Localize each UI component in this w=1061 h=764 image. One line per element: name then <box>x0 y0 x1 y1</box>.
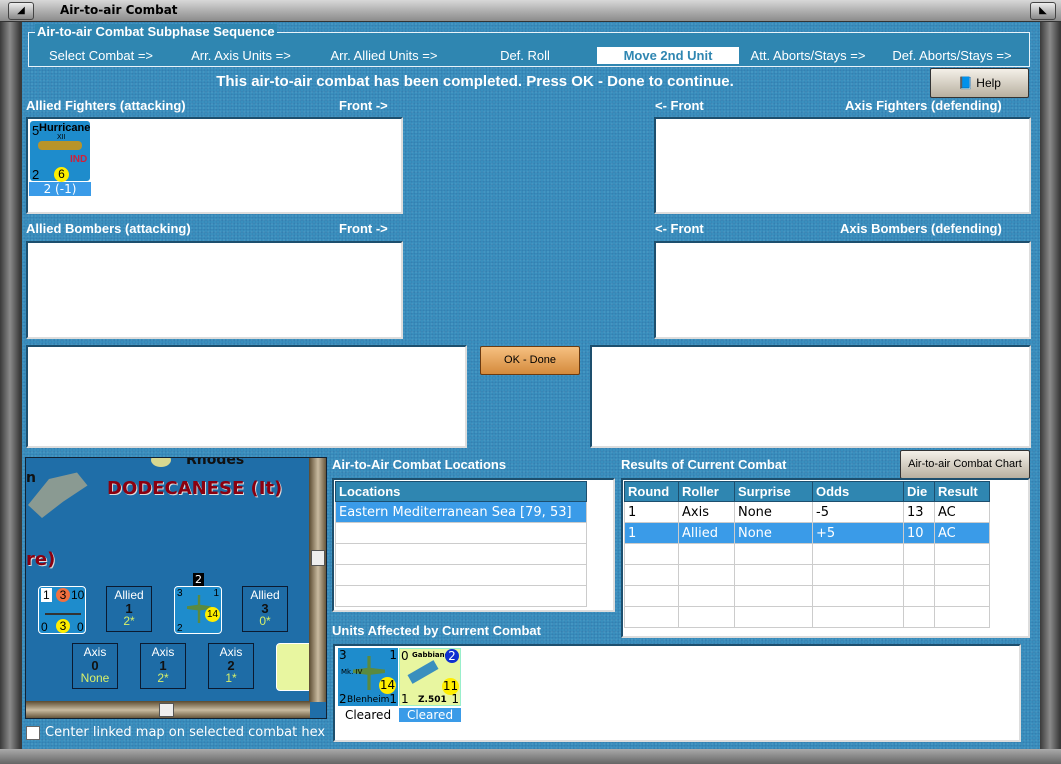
axis-bombers-label: Axis Bombers (defending) <box>840 221 1002 236</box>
plane-icon <box>38 141 82 150</box>
window-frame-right <box>1040 22 1061 764</box>
hurricane-counter[interactable]: 5 Hurricane XII IND 2 6 2 (-1) <box>29 120 91 196</box>
step-arr-allied: Arr. Allied Units => <box>330 48 438 63</box>
ok-done-button[interactable]: OK - Done <box>480 346 580 375</box>
subphase-sequence: Air-to-air Combat Subphase Sequence Sele… <box>28 24 1030 67</box>
hscroll-thumb[interactable] <box>159 703 174 717</box>
affected-unit-blenheim[interactable]: 31 Mk. IV 14 2 Blenheim 1 Cleared <box>338 648 398 724</box>
location-row[interactable]: Eastern Mediterranean Sea [79, 53] <box>335 501 587 523</box>
affected-title: Units Affected by Current Combat <box>332 623 541 638</box>
unit-nation: IND <box>70 154 88 165</box>
slot-allied-1[interactable]: Allied 1 2* <box>106 586 152 632</box>
locations-header: Locations <box>335 481 587 502</box>
affected-unit-gabbiano[interactable]: 0 Gabbiano 2 11 1 Z.501 1 Cleared <box>399 648 461 724</box>
col-result: Result <box>934 481 990 502</box>
slot-axis-2[interactable]: Axis 2 1* <box>208 643 254 689</box>
sequence-legend: Air-to-air Combat Subphase Sequence <box>35 24 277 39</box>
island-label: Rhodes <box>186 457 245 468</box>
col-die: Die <box>903 481 935 502</box>
unit-range: 6 <box>54 167 69 182</box>
stack-count-badge: 2 <box>193 573 204 586</box>
allied-fighters-box[interactable]: 5 Hurricane XII IND 2 6 2 (-1) <box>26 117 403 214</box>
locations-title: Air-to-Air Combat Locations <box>332 457 507 472</box>
col-surprise: Surprise <box>734 481 813 502</box>
step-move-2nd-unit: Move 2nd Unit <box>597 47 739 64</box>
window-title: Air-to-air Combat <box>60 3 178 17</box>
slot-axis-1[interactable]: Axis 1 2* <box>140 643 186 689</box>
results-table[interactable]: Round Roller Surprise Odds Die Result 1A… <box>621 478 1030 638</box>
axis-fighters-label: Axis Fighters (defending) <box>845 98 1002 113</box>
step-select-combat: Select Combat => <box>48 48 154 63</box>
front-right-label-2: Front -> <box>339 221 388 236</box>
step-att-aborts: Att. Aborts/Stays => <box>750 48 866 63</box>
axis-info-box <box>590 345 1031 448</box>
vertical-scrollbar[interactable] <box>309 458 326 702</box>
help-button[interactable]: 📘 Help <box>930 68 1029 98</box>
blenheim-map-counter[interactable]: 31 14 2 <box>174 586 222 634</box>
results-title: Results of Current Combat <box>621 457 787 472</box>
unit-variant: XII <box>57 134 66 141</box>
slot-axis-0[interactable]: Axis 0 None <box>72 643 118 689</box>
col-roller: Roller <box>678 481 735 502</box>
maximize-button[interactable]: ◣ <box>1030 2 1056 20</box>
affected-units-box[interactable]: 31 Mk. IV 14 2 Blenheim 1 Cleared 0 Gabb… <box>333 644 1021 742</box>
allied-fighters-label: Allied Fighters (attacking) <box>26 98 186 113</box>
horizontal-scrollbar[interactable] <box>26 701 310 718</box>
status-bar <box>0 749 1061 764</box>
vscroll-thumb[interactable] <box>311 550 325 566</box>
unit-defense: 2 <box>32 167 40 182</box>
unit-status: Cleared <box>344 708 392 722</box>
front-left-label: <- Front <box>655 98 704 113</box>
center-map-checkbox[interactable] <box>26 726 40 740</box>
help-label: Help <box>976 76 1001 90</box>
slot-allied-3[interactable]: Allied 3 0* <box>242 586 288 632</box>
step-def-roll: Def. Roll <box>500 48 550 63</box>
unit-footer: 2 (-1) <box>29 182 91 196</box>
allied-info-box <box>26 345 467 448</box>
seaplane-icon <box>407 660 439 684</box>
locations-table[interactable]: Locations Eastern Mediterranean Sea [79,… <box>332 478 615 612</box>
rhodes-island <box>151 458 171 467</box>
combat-chart-button[interactable]: Air-to-air Combat Chart <box>900 450 1030 479</box>
center-map-label: Center linked map on selected combat hex <box>45 725 326 740</box>
col-odds: Odds <box>812 481 904 502</box>
col-round: Round <box>624 481 679 502</box>
result-row-selected[interactable]: 1 Allied None +5 10 AC <box>624 522 990 544</box>
result-row[interactable]: 1 Axis None -5 13 AC <box>624 501 990 523</box>
naval-counter[interactable]: 1 3 10 0 3 0 <box>38 586 86 634</box>
unit-name: Hurricane <box>39 122 91 134</box>
axis-bombers-box[interactable] <box>654 241 1031 339</box>
ship-icon <box>45 607 81 615</box>
region-label-partial: re) <box>26 549 56 570</box>
front-right-label: Front -> <box>339 98 388 113</box>
axis-fighters-box[interactable] <box>654 117 1031 214</box>
status-message: This air-to-air combat has been complete… <box>216 73 734 90</box>
allied-bombers-label: Allied Bombers (attacking) <box>26 221 191 236</box>
title-bar: ◢ Air-to-air Combat ◣ <box>0 0 1061 22</box>
book-icon: 📘 <box>958 76 973 90</box>
unit-status-selected: Cleared <box>399 708 461 722</box>
allied-bombers-box[interactable] <box>26 241 403 339</box>
step-def-aborts: Def. Aborts/Stays => <box>892 48 1012 63</box>
linked-map[interactable]: Rhodes n DODECANESE (It) re) 1 3 10 0 3 … <box>25 457 327 719</box>
system-menu-button[interactable]: ◢ <box>8 2 34 20</box>
map-partial-label: n <box>26 470 36 486</box>
front-left-label-2: <- Front <box>655 221 704 236</box>
step-arr-axis: Arr. Axis Units => <box>191 48 291 63</box>
region-label: DODECANESE (It) <box>107 478 283 499</box>
